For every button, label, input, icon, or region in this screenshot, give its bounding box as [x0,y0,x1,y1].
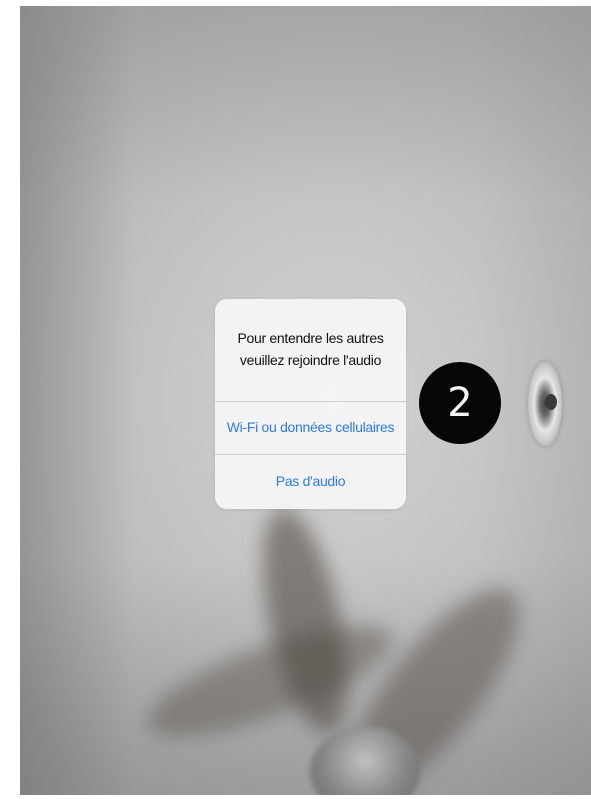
ceiling-fixture-center [545,394,557,410]
no-audio-button[interactable]: Pas d'audio [215,455,406,507]
alert-message-line-2: veuillez rejoindre l'audio [239,352,382,368]
wifi-cellular-audio-button[interactable]: Wi-Fi ou données cellulaires [215,401,406,453]
screenshot-frame: Pour entendre les autres veuillez rejoin… [0,0,591,799]
alert-divider [215,454,406,455]
alert-message-line-1: Pour entendre les autres [237,330,384,346]
alert-message: Pour entendre les autres veuillez rejoin… [215,327,406,371]
join-audio-alert: Pour entendre les autres veuillez rejoin… [215,299,406,509]
alert-divider [215,401,406,402]
step-number-badge: 2 [419,362,501,444]
